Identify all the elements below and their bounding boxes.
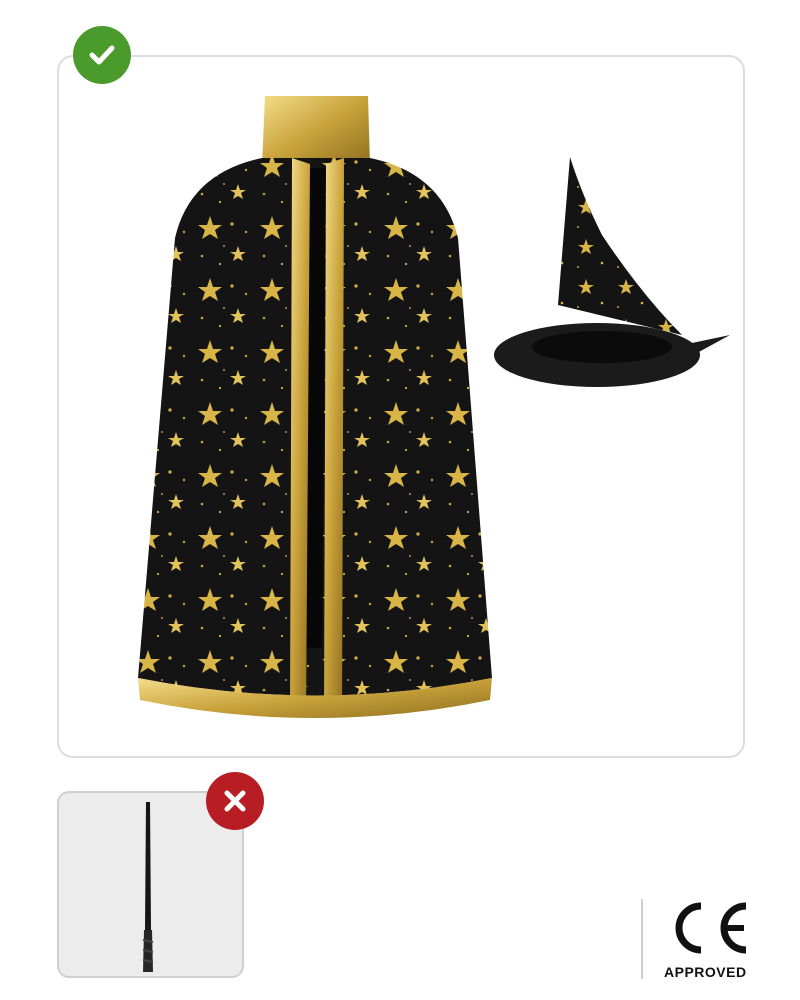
magic-wand-image — [142, 802, 154, 972]
close-icon — [224, 790, 246, 812]
check-icon — [89, 45, 115, 65]
wizard-hat-image — [494, 157, 730, 387]
ce-approved-label: APPROVED — [664, 964, 747, 980]
ce-divider — [641, 899, 643, 979]
included-check-badge — [73, 26, 131, 84]
star-cape-image — [138, 96, 492, 718]
ce-mark-icon — [675, 902, 747, 954]
excluded-x-badge — [206, 772, 264, 830]
